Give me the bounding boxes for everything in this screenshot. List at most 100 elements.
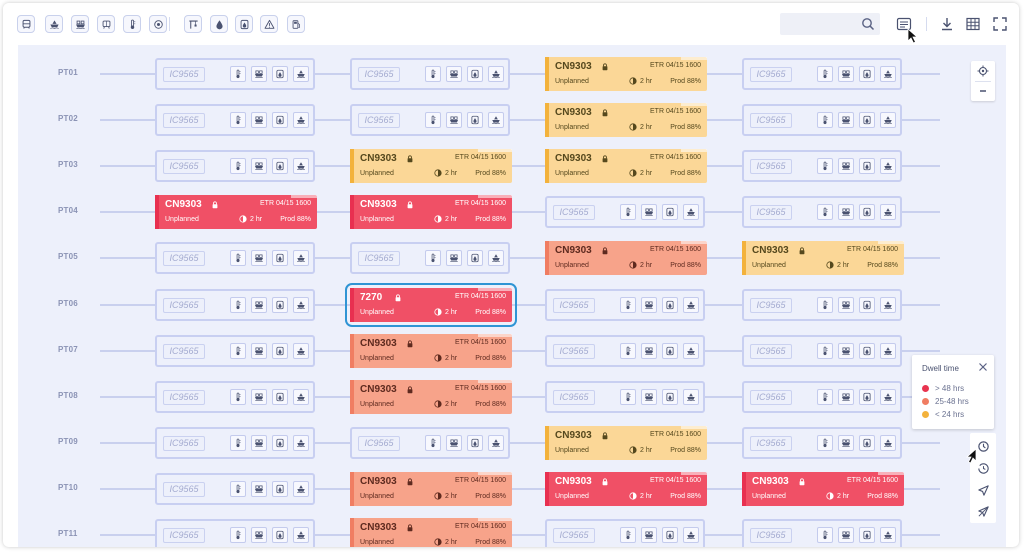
download-icon[interactable] xyxy=(939,16,955,32)
thermometer-slot-button[interactable] xyxy=(817,527,833,543)
liquid-cargo-slot-button[interactable] xyxy=(859,66,875,82)
thermometer-slot-button[interactable] xyxy=(230,435,246,451)
cruise-slot-button[interactable] xyxy=(683,204,699,220)
cruise-slot-button[interactable] xyxy=(880,204,896,220)
dwell-time-button[interactable] xyxy=(975,438,991,454)
container-ship-slot-button[interactable] xyxy=(838,66,854,82)
thermometer-slot-button[interactable] xyxy=(425,112,441,128)
cruise-slot-button[interactable] xyxy=(880,158,896,174)
liquid-cargo-slot-button[interactable] xyxy=(662,389,678,405)
vessel-card[interactable]: CN9303 ETR 04/15 1600 Unplanned 2 hr Prod 88… xyxy=(350,334,512,368)
liquid-cargo-slot-button[interactable] xyxy=(467,66,483,82)
liquid-cargo-slot-button[interactable] xyxy=(467,435,483,451)
liquid-cargo-slot-button[interactable] xyxy=(272,389,288,405)
cruise-slot-button[interactable] xyxy=(293,343,309,359)
thermometer-slot-button[interactable] xyxy=(817,158,833,174)
cruise-slot-button[interactable] xyxy=(293,435,309,451)
thermometer-slot-button[interactable] xyxy=(425,250,441,266)
empty-slot[interactable]: IC9565 xyxy=(742,335,902,367)
vessel-card[interactable]: CN9303 ETR 04/15 1600 Unplanned 2 hr Prod 88… xyxy=(545,472,707,506)
empty-slot[interactable]: IC9565 xyxy=(742,196,902,228)
thermometer-slot-button[interactable] xyxy=(817,343,833,359)
empty-slot[interactable]: IC9565 xyxy=(155,150,315,182)
send-off-button[interactable] xyxy=(975,503,991,519)
liquid-cargo-slot-button[interactable] xyxy=(272,297,288,313)
container-ship-slot-button[interactable] xyxy=(251,297,267,313)
thermometer-slot-button[interactable] xyxy=(620,527,636,543)
empty-slot[interactable]: IC9565 xyxy=(545,289,705,321)
liquid-cargo-slot-button[interactable] xyxy=(662,204,678,220)
empty-slot[interactable]: IC9565 xyxy=(545,519,705,547)
empty-slot[interactable]: IC9565 xyxy=(155,289,315,321)
liquid-cargo-slot-button[interactable] xyxy=(859,389,875,405)
cruise-slot-button[interactable] xyxy=(880,527,896,543)
thermometer-filter-button[interactable] xyxy=(123,15,141,33)
target-filter-button[interactable] xyxy=(149,15,167,33)
liquid-cargo-slot-button[interactable] xyxy=(859,112,875,128)
empty-slot[interactable]: IC9565 xyxy=(742,519,902,547)
thermometer-slot-button[interactable] xyxy=(230,389,246,405)
thermometer-slot-button[interactable] xyxy=(425,435,441,451)
liquid-cargo-slot-button[interactable] xyxy=(859,297,875,313)
warning-filter-button[interactable] xyxy=(260,15,278,33)
container-ship-slot-button[interactable] xyxy=(251,343,267,359)
thermometer-slot-button[interactable] xyxy=(425,66,441,82)
send-button[interactable] xyxy=(975,482,991,498)
cruise-slot-button[interactable] xyxy=(880,435,896,451)
empty-slot[interactable]: IC9565 xyxy=(350,242,510,274)
container-ship-slot-button[interactable] xyxy=(251,250,267,266)
vessel-card[interactable]: 7270 ETR 04/15 1600 Unplanned 2 hr Prod 88% xyxy=(345,283,517,327)
container-ship-slot-button[interactable] xyxy=(251,389,267,405)
empty-slot[interactable]: IC9565 xyxy=(155,381,315,413)
empty-slot[interactable]: IC9565 xyxy=(742,289,902,321)
empty-slot[interactable]: IC9565 xyxy=(155,58,315,90)
cruise-slot-button[interactable] xyxy=(880,389,896,405)
empty-slot[interactable]: IC9565 xyxy=(350,58,510,90)
vessel-card[interactable]: CN9303 ETR 04/15 1600 Unplanned 2 hr Prod 88… xyxy=(350,472,512,506)
container-ship-slot-button[interactable] xyxy=(641,204,657,220)
thermometer-slot-button[interactable] xyxy=(230,343,246,359)
cruise-slot-button[interactable] xyxy=(488,435,504,451)
vessel-card[interactable]: CN9303 ETR 04/15 1600 Unplanned 2 hr Prod 88… xyxy=(350,380,512,414)
cruise-slot-button[interactable] xyxy=(293,297,309,313)
container-ship-slot-button[interactable] xyxy=(838,527,854,543)
empty-slot[interactable]: IC9565 xyxy=(742,427,902,459)
container-ship-slot-button[interactable] xyxy=(641,343,657,359)
empty-slot[interactable]: IC9565 xyxy=(155,519,315,547)
cruise-slot-button[interactable] xyxy=(683,297,699,313)
liquid-cargo-slot-button[interactable] xyxy=(859,343,875,359)
thermometer-slot-button[interactable] xyxy=(817,66,833,82)
empty-slot[interactable]: IC9565 xyxy=(545,381,705,413)
cruise-slot-button[interactable] xyxy=(488,66,504,82)
thermometer-slot-button[interactable] xyxy=(230,66,246,82)
zoom-out-button[interactable] xyxy=(971,81,995,101)
container-ship-slot-button[interactable] xyxy=(446,250,462,266)
container-ship-slot-button[interactable] xyxy=(641,297,657,313)
liquid-cargo-slot-button[interactable] xyxy=(467,112,483,128)
vessel-card[interactable]: CN9303 ETR 04/15 1600 Unplanned 2 hr Prod 88… xyxy=(545,57,707,91)
cruise-slot-button[interactable] xyxy=(880,343,896,359)
vessel-card[interactable]: CN9303 ETR 04/15 1600 Unplanned 2 hr Prod 88… xyxy=(545,149,707,183)
liquid-cargo-slot-button[interactable] xyxy=(859,204,875,220)
empty-slot[interactable]: IC9565 xyxy=(155,473,315,505)
container-ship-slot-button[interactable] xyxy=(251,527,267,543)
container-ship-slot-button[interactable] xyxy=(838,297,854,313)
liquid-cargo-slot-button[interactable] xyxy=(272,343,288,359)
liquid-cargo-slot-button[interactable] xyxy=(859,158,875,174)
thermometer-slot-button[interactable] xyxy=(620,343,636,359)
liquid-cargo-slot-button[interactable] xyxy=(272,481,288,497)
container-ship-slot-button[interactable] xyxy=(838,204,854,220)
empty-slot[interactable]: IC9565 xyxy=(545,335,705,367)
cruise-slot-button[interactable] xyxy=(880,297,896,313)
container-ship-slot-button[interactable] xyxy=(838,112,854,128)
vessel-card[interactable]: CN9303 ETR 04/15 1600 Unplanned 2 hr Prod 88… xyxy=(155,195,317,229)
container-ship-slot-button[interactable] xyxy=(251,112,267,128)
thermometer-slot-button[interactable] xyxy=(230,297,246,313)
liquid-cargo-slot-button[interactable] xyxy=(859,435,875,451)
cruise-slot-button[interactable] xyxy=(488,112,504,128)
vessel-card[interactable]: CN9303 ETR 04/15 1600 Unplanned 2 hr Prod 88… xyxy=(545,241,707,275)
container-ship-slot-button[interactable] xyxy=(446,112,462,128)
empty-slot[interactable]: IC9565 xyxy=(545,196,705,228)
thermometer-slot-button[interactable] xyxy=(620,204,636,220)
container-ship-slot-button[interactable] xyxy=(641,389,657,405)
